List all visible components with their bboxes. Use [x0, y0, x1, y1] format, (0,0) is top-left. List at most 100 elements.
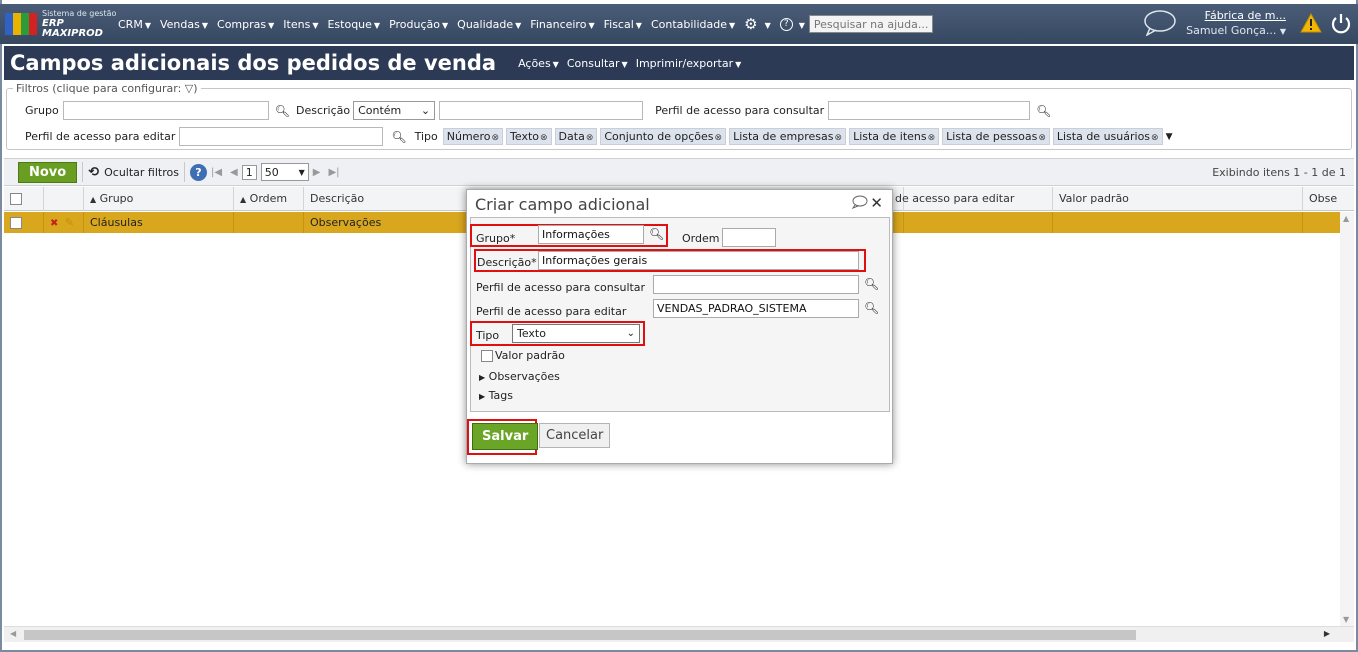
gear-icon[interactable]: ⚙ [744, 15, 757, 33]
first-page-icon[interactable]: |◀ [211, 167, 222, 178]
tags-toggle[interactable]: ▶ Tags [479, 389, 513, 402]
cancelar-button[interactable]: Cancelar [539, 423, 611, 448]
chip-lista-usuarios[interactable]: Lista de usuários⊗ [1052, 128, 1163, 145]
chip-lista-pessoas[interactable]: Lista de pessoas⊗ [942, 128, 1050, 145]
sort-asc-icon: ▲ [90, 195, 97, 204]
menu-acoes[interactable]: Ações ▼ [518, 57, 559, 70]
menu-producao[interactable]: Produção ▼ [389, 18, 448, 31]
search-icon[interactable]: 🔍︎ [275, 104, 290, 118]
menu-crm[interactable]: CRM ▼ [118, 18, 151, 31]
novo-button[interactable]: Novo [18, 161, 78, 183]
help-icon[interactable]: ? [189, 163, 207, 181]
tipo-dropdown-caret[interactable]: ▼ [1166, 132, 1173, 142]
search-icon[interactable]: 🔍︎ [649, 227, 664, 241]
chip-texto[interactable]: Texto⊗ [506, 128, 552, 145]
remove-icon[interactable]: ⊗ [835, 133, 843, 143]
user-name: Samuel Gonça... [1186, 24, 1277, 37]
tipo-select[interactable]: Texto ⌄ [512, 324, 640, 343]
cell-valor-padrao [1053, 212, 1303, 233]
main-menu: CRM ▼ Vendas ▼ Compras ▼ Itens ▼ Estoque ▼ Pr… [118, 15, 933, 33]
menu-imprimir-exportar[interactable]: Imprimir/exportar ▼ [636, 57, 742, 70]
search-icon[interactable]: 🔍︎ [391, 130, 406, 144]
filter-grupo-input[interactable] [62, 101, 269, 120]
warning-icon[interactable] [1300, 13, 1322, 33]
select-all-checkbox[interactable] [10, 193, 22, 205]
descricao-input[interactable] [538, 251, 859, 270]
filters-legend[interactable]: Filtros (clique para configurar: ▽) [13, 82, 201, 95]
delete-icon[interactable]: ✖ [50, 218, 58, 229]
search-icon[interactable]: 🔍︎ [1036, 104, 1051, 118]
scroll-down-icon[interactable]: ▼ [1343, 615, 1349, 624]
vertical-scrollbar[interactable]: ▲ ▼ [1340, 212, 1354, 626]
chip-lista-itens[interactable]: Lista de itens⊗ [849, 128, 940, 145]
column-header-valor-padrao[interactable]: Valor padrão [1053, 187, 1303, 211]
help-search-input[interactable] [808, 15, 933, 33]
per-page-select[interactable]: 50 ▼ [260, 163, 309, 181]
menu-fiscal[interactable]: Fiscal ▼ [604, 18, 642, 31]
search-icon[interactable]: 🔍︎ [864, 301, 879, 315]
observacoes-toggle[interactable]: ▶ Observações [479, 370, 560, 383]
scroll-left-icon[interactable]: ◀ [10, 629, 16, 638]
refresh-icon[interactable]: ⟲ [88, 165, 99, 180]
menu-vendas[interactable]: Vendas ▼ [160, 18, 208, 31]
search-icon[interactable]: 🔍︎ [864, 277, 879, 291]
chip-numero[interactable]: Número⊗ [442, 128, 504, 145]
grupo-input[interactable] [538, 225, 644, 244]
power-icon[interactable] [1330, 12, 1352, 34]
column-header-perfil-editar[interactable]: de acesso para editar [889, 187, 1053, 211]
menu-qualidade[interactable]: Qualidade ▼ [457, 18, 521, 31]
salvar-button[interactable]: Salvar [472, 423, 539, 450]
perfil-editar-input[interactable] [653, 299, 859, 318]
menu-itens[interactable]: Itens ▼ [283, 18, 318, 31]
menu-contabilidade[interactable]: Contabilidade ▼ [651, 18, 735, 31]
remove-icon[interactable]: ⊗ [540, 133, 548, 143]
user-box[interactable]: Fábrica de m... Samuel Gonça... ▼ [1186, 8, 1286, 39]
remove-icon[interactable]: ⊗ [1038, 133, 1046, 143]
filter-perfil-consultar-input[interactable] [828, 101, 1031, 120]
row-checkbox[interactable] [10, 217, 22, 229]
scroll-up-icon[interactable]: ▲ [1343, 214, 1349, 223]
chip-lista-empresas[interactable]: Lista de empresas⊗ [729, 128, 847, 145]
chip-conjunto-opcoes[interactable]: Conjunto de opções⊗ [600, 128, 727, 145]
page-number-input[interactable]: 1 [241, 164, 257, 180]
user-menu-caret[interactable]: ▼ [1280, 27, 1286, 36]
filter-perfil-editar-input[interactable] [179, 127, 384, 146]
prev-page-icon[interactable]: ◀ [230, 167, 238, 178]
perfil-consultar-input[interactable] [653, 275, 859, 294]
filter-descricao-mode-select[interactable]: Contém ⌄ [353, 101, 436, 120]
column-header-ordem[interactable]: ▲ Ordem [234, 187, 304, 211]
edit-pencil-icon[interactable]: ✎ [65, 216, 74, 229]
horizontal-scrollbar[interactable]: ◀ ▶ [4, 626, 1354, 642]
remove-icon[interactable]: ⊗ [928, 133, 936, 143]
menu-compras[interactable]: Compras ▼ [217, 18, 274, 31]
funnel-icon[interactable]: ▽ [185, 82, 193, 95]
perfil-editar-label: Perfil de acesso para editar [476, 305, 627, 318]
logo-icon [5, 13, 37, 35]
settings-menu-caret[interactable]: ▼ [763, 18, 771, 31]
ocultar-filtros-button[interactable]: Ocultar filtros [104, 166, 179, 179]
chat-bubble-icon[interactable] [1143, 10, 1176, 36]
valor-padrao-checkbox[interactable] [481, 349, 493, 362]
column-header-observacoes[interactable]: Obse [1303, 187, 1354, 211]
menu-consultar[interactable]: Consultar ▼ [567, 57, 628, 70]
menu-estoque[interactable]: Estoque ▼ [327, 18, 380, 31]
horizontal-scroll-thumb[interactable] [24, 630, 1136, 640]
filter-descricao-input[interactable] [439, 101, 644, 120]
scroll-right-icon[interactable]: ▶ [1324, 629, 1330, 638]
comment-icon[interactable] [850, 195, 868, 209]
help-icon[interactable]: ? [779, 17, 793, 31]
column-header-grupo[interactable]: ▲ Grupo [84, 187, 234, 211]
remove-icon[interactable]: ⊗ [1151, 133, 1159, 143]
chip-data[interactable]: Data⊗ [554, 128, 598, 145]
remove-icon[interactable]: ⊗ [491, 133, 499, 143]
ordem-input[interactable] [722, 228, 776, 247]
menu-financeiro[interactable]: Financeiro ▼ [530, 18, 594, 31]
close-icon[interactable]: ✕ [870, 194, 883, 212]
next-page-icon[interactable]: ▶ [313, 167, 321, 178]
remove-icon[interactable]: ⊗ [715, 133, 723, 143]
remove-icon[interactable]: ⊗ [586, 133, 594, 143]
last-page-icon[interactable]: ▶| [328, 167, 339, 178]
company-link[interactable]: Fábrica de m... [1186, 8, 1286, 23]
app-logo[interactable]: Sistema de gestão ERP MAXIPROD [5, 9, 118, 39]
help-menu-caret[interactable]: ▼ [797, 18, 805, 31]
